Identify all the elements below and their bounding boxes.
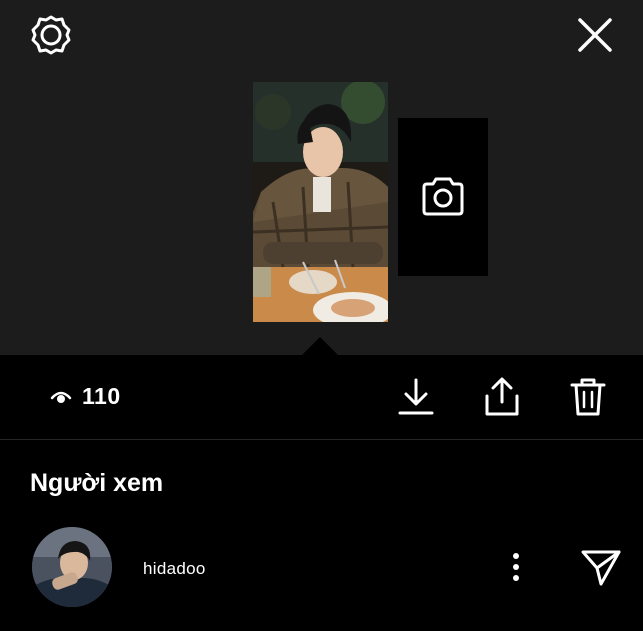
viewer-list-item[interactable]: hidadoo: [0, 525, 643, 611]
more-options-button[interactable]: [500, 549, 532, 585]
selection-pointer: [302, 337, 338, 355]
avatar[interactable]: [32, 527, 112, 607]
eye-icon: [50, 391, 72, 403]
download-icon: [398, 378, 434, 415]
close-icon[interactable]: [570, 10, 620, 60]
more-vertical-icon: [513, 553, 519, 581]
views-counter[interactable]: 110: [50, 383, 121, 410]
views-count: 110: [82, 383, 121, 409]
story-action-bar: 110: [0, 355, 643, 440]
story-thumbnail[interactable]: [253, 82, 388, 322]
camera-icon: [422, 177, 464, 216]
trash-icon: [570, 378, 606, 416]
share-button[interactable]: [480, 375, 524, 419]
download-button[interactable]: [394, 375, 438, 419]
send-message-button[interactable]: [578, 545, 624, 591]
viewers-heading: Người xem: [30, 469, 164, 497]
delete-button[interactable]: [566, 375, 610, 419]
gear-icon[interactable]: [26, 10, 76, 60]
viewer-username[interactable]: hidadoo: [143, 559, 206, 579]
send-icon: [581, 550, 621, 586]
add-story-camera-button[interactable]: [398, 118, 488, 276]
share-icon: [485, 377, 519, 416]
story-preview-area: [0, 0, 643, 355]
